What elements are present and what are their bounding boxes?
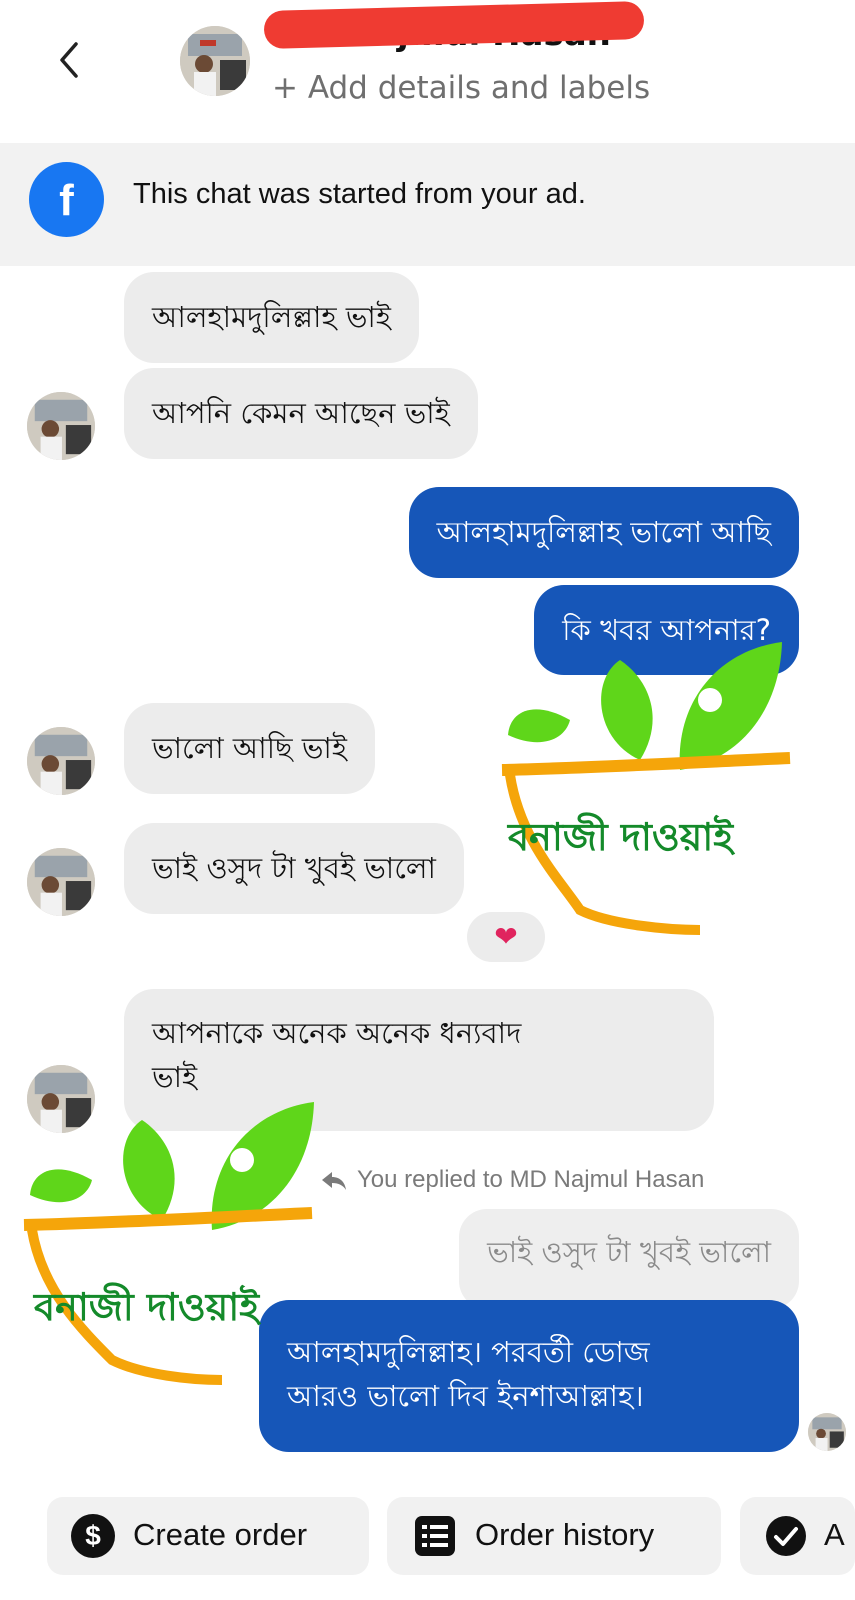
message-text: আলহামদুলিল্লাহ ভালো আছি (436, 515, 771, 549)
ad-notice-text: This chat was started from your ad. (133, 178, 586, 210)
message-line: আপনাকে অনেক অনেক ধন্যবাদ (152, 1016, 522, 1050)
create-order-button[interactable]: $ Create order (47, 1497, 369, 1575)
message-bubble-incoming[interactable]: আলহামদুলিল্লাহ ভাই (124, 272, 419, 363)
message-bubble-incoming[interactable]: ভাই ওসুদ টা খুবই ভালো (124, 823, 464, 914)
facebook-f-glyph: f (59, 176, 74, 225)
watermark-logo (23, 1102, 314, 1385)
message-line: ভাই (152, 1060, 198, 1094)
message-bubble-incoming[interactable]: ভালো আছি ভাই (124, 703, 375, 794)
contact-avatar[interactable] (180, 26, 250, 96)
receipt-icon (415, 1516, 455, 1556)
message-line: আরও ভালো দিব ইনশাআল্লাহ। (287, 1379, 644, 1413)
reply-arrow-icon (322, 1172, 346, 1190)
sender-avatar[interactable] (27, 848, 95, 916)
check-circle-icon (766, 1516, 806, 1556)
message-bubble-incoming[interactable]: আপনি কেমন আছেন ভাই (124, 368, 478, 459)
back-arrow-icon[interactable] (52, 40, 86, 80)
quoted-text: ভাই ওসুদ টা খুবই ভালো (487, 1235, 771, 1269)
sender-avatar[interactable] (27, 392, 95, 460)
dollar-icon: $ (71, 1514, 115, 1558)
watermark-text: বনাজী দাওয়াই (508, 814, 734, 859)
watermark-logo (501, 642, 791, 935)
more-action-button[interactable]: A (740, 1497, 855, 1575)
message-text: ভাই ওসুদ টা খুবই ভালো (152, 851, 436, 885)
seen-avatar (808, 1413, 846, 1451)
create-order-label: Create order (133, 1517, 308, 1552)
message-bubble-outgoing[interactable]: আলহামদুলিল্লাহ ভালো আছি (408, 487, 799, 578)
message-bubble-outgoing[interactable]: আলহামদুলিল্লাহ। পরবর্তী ডোজ আরও ভালো দিব… (259, 1300, 799, 1452)
reply-note: You replied to MD Najmul Hasan (357, 1166, 705, 1193)
message-text: আলহামদুলিল্লাহ ভাই (152, 300, 391, 334)
sender-avatar[interactable] (27, 727, 95, 795)
add-details-link[interactable]: + Add details and labels (272, 70, 650, 106)
order-history-label: Order history (475, 1517, 655, 1552)
message-text: ভালো আছি ভাই (152, 731, 347, 765)
message-line: আলহামদুলিল্লাহ। পরবর্তী ডোজ (287, 1335, 650, 1369)
order-history-button[interactable]: Order history (387, 1497, 721, 1575)
message-text: আপনি কেমন আছেন ভাই (152, 396, 450, 430)
watermark-text: বনাজী দাওয়াই (34, 1284, 260, 1329)
quoted-message[interactable]: ভাই ওসুদ টা খুবই ভালো (459, 1209, 799, 1309)
more-action-label: A (824, 1517, 845, 1552)
